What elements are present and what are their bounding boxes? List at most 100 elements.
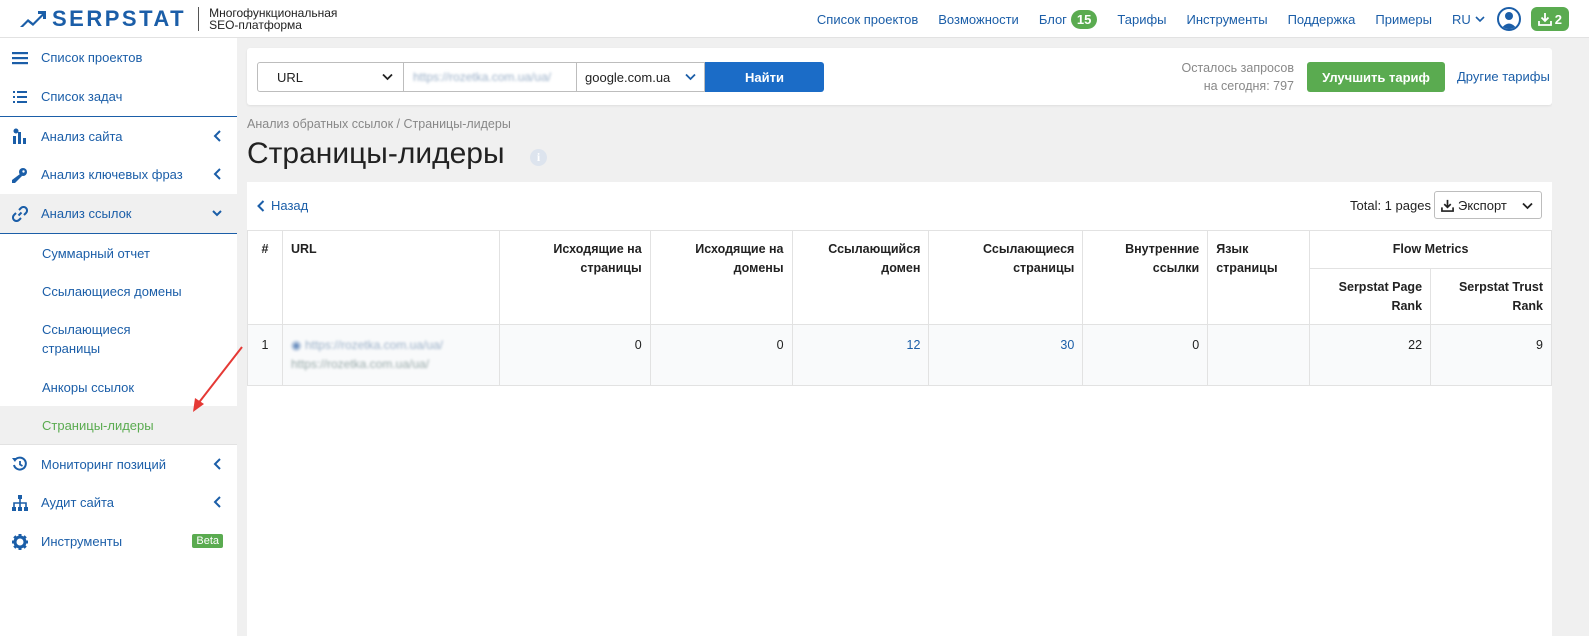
chevron-down-icon xyxy=(1475,16,1485,23)
col-header-trust-rank[interactable]: Serpstat Trust Rank xyxy=(1430,268,1552,325)
back-label: Назад xyxy=(271,198,309,213)
cell-page-rank: 22 xyxy=(1309,324,1432,386)
header-line1: Ссылающиеся xyxy=(983,242,1075,256)
col-header-ref-pages[interactable]: Ссылающиеся страницы xyxy=(928,230,1084,325)
header-line1: Язык xyxy=(1216,242,1249,256)
scrollbar[interactable] xyxy=(1552,38,1560,636)
nav-examples[interactable]: Примеры xyxy=(1375,12,1432,27)
total-pages: Total: 1 pages xyxy=(1350,198,1431,213)
task-list-icon xyxy=(11,88,29,106)
sidebar-item-tools[interactable]: Инструменты Beta xyxy=(0,522,237,561)
sidebar-item-keyword-analysis[interactable]: Анализ ключевых фраз xyxy=(0,155,237,194)
col-header-lang: Язык страницы xyxy=(1207,230,1311,325)
search-engine-select[interactable]: google.com.ua xyxy=(577,62,705,92)
cell-out-pages: 0 xyxy=(498,324,651,386)
col-header-internal[interactable]: Внутренние ссылки xyxy=(1082,230,1209,325)
row-url-link[interactable]: https://rozetka.com.ua/ua/ xyxy=(305,338,443,352)
nav-support[interactable]: Поддержка xyxy=(1288,12,1356,27)
nav-projects[interactable]: Список проектов xyxy=(817,12,918,27)
page-title: Страницы-лидеры xyxy=(247,137,505,170)
sidebar-label: Анализ ссылок xyxy=(41,206,132,221)
chevron-left-icon xyxy=(213,496,221,508)
sidebar-item-link-analysis[interactable]: Анализ ссылок xyxy=(0,194,237,233)
chevron-left-icon xyxy=(213,458,221,470)
sidebar-label: Список задач xyxy=(41,89,123,104)
language-label: RU xyxy=(1451,11,1471,27)
col-header-out-pages[interactable]: Исходящие на страницы xyxy=(498,230,651,325)
downloads-count: 2 xyxy=(1554,11,1562,27)
header-line2: страницы xyxy=(580,261,642,275)
sidebar-label: Анализ сайта xyxy=(41,128,123,144)
sidebar-item-rank-tracking[interactable]: Мониторинг позиций xyxy=(0,444,237,483)
header-line1: Serpstat Page xyxy=(1338,280,1423,294)
search-type-select[interactable]: URL xyxy=(257,62,404,92)
nav-tools[interactable]: Инструменты xyxy=(1187,12,1268,27)
other-plans-link[interactable]: Другие тарифы xyxy=(1457,69,1550,84)
beta-badge: Beta xyxy=(192,534,223,548)
export-dropdown[interactable]: Экспорт xyxy=(1434,191,1542,219)
header-line2: ссылки xyxy=(1152,261,1200,275)
language-selector[interactable]: RU xyxy=(1452,12,1485,27)
cell-url: ◉ https://rozetka.com.ua/ua/ https://roz… xyxy=(281,324,500,386)
sub-label-line1: Ссылающиеся xyxy=(42,322,131,337)
sitemap-icon xyxy=(11,494,29,512)
row-url-sub: https://rozetka.com.ua/ua/ xyxy=(290,357,430,371)
search-engine-value: google.com.ua xyxy=(585,69,671,85)
search-card: URL https://rozetka.com.ua/ua/ google.co… xyxy=(247,48,1552,105)
sidebar-item-site-audit[interactable]: Аудит сайта xyxy=(0,483,237,522)
header-line2: страницы xyxy=(1216,261,1278,275)
header-line1: Исходящие на xyxy=(553,242,642,256)
logo-icon xyxy=(20,10,46,27)
download-icon xyxy=(1441,199,1454,212)
cell-ref-pages: 30 xyxy=(928,324,1084,386)
nav-pricing[interactable]: Тарифы xyxy=(1117,12,1166,27)
tagline-line1: Многофункциональная xyxy=(209,5,338,20)
cell-ref-domain: 12 xyxy=(791,324,930,386)
sidebar-item-projects[interactable]: Список проектов xyxy=(0,38,237,77)
annotation-arrow xyxy=(193,346,243,412)
header-line1: Внутренние xyxy=(1125,242,1200,256)
nav-features[interactable]: Возможности xyxy=(938,12,1019,27)
cell-trust-rank: 9 xyxy=(1430,324,1552,386)
ref-pages-link[interactable]: 30 xyxy=(1060,338,1074,352)
results-panel: Назад Total: 1 pages Экспорт # URL Исход… xyxy=(247,182,1552,636)
nav-blog[interactable]: Блог 15 xyxy=(1039,9,1098,29)
col-header-out-domains[interactable]: Исходящие на домены xyxy=(649,230,793,325)
sidebar-sub-ref-domains[interactable]: Ссылающиеся домены xyxy=(0,272,237,310)
serpstat-logo[interactable]: SERPSTAT Многофункциональная SEO-платфор… xyxy=(20,0,337,38)
quota-line2: на сегодня: 797 xyxy=(1203,79,1294,93)
sidebar-label: Инструменты xyxy=(41,534,123,549)
downloads-button[interactable]: 2 xyxy=(1530,7,1569,31)
domain-input[interactable]: https://rozetka.com.ua/ua/ xyxy=(403,62,577,92)
header-line1: Ссылающийся xyxy=(828,242,921,256)
user-avatar-icon[interactable] xyxy=(1496,7,1521,31)
header-line2: домен xyxy=(881,261,921,275)
sidebar-sub-summary[interactable]: Суммарный отчет xyxy=(0,234,237,272)
favicon-icon: ◉ xyxy=(290,338,302,352)
upgrade-plan-button[interactable]: Улучшить тариф xyxy=(1307,62,1445,92)
col-header-flow-metrics: Flow Metrics xyxy=(1309,230,1552,269)
info-icon[interactable]: i xyxy=(530,149,547,166)
blog-count-badge: 15 xyxy=(1070,9,1098,29)
chevron-down-icon xyxy=(685,73,696,81)
sidebar-label: Список проектов xyxy=(41,50,143,65)
col-header-ref-domain[interactable]: Ссылающийся домен xyxy=(791,230,930,325)
key-icon xyxy=(11,166,29,184)
back-link[interactable]: Назад xyxy=(257,198,308,213)
cell-lang xyxy=(1207,324,1311,386)
top-nav: Список проектов Возможности Блог 15 Тариф… xyxy=(817,0,1589,38)
sub-label-line2: страницы xyxy=(42,341,101,356)
header-line2: страницы xyxy=(1013,261,1075,275)
find-button[interactable]: Найти xyxy=(705,62,824,92)
chevron-left-icon xyxy=(213,168,221,180)
sidebar-item-site-analysis[interactable]: Анализ сайта xyxy=(0,116,237,155)
cell-num: 1 xyxy=(247,324,283,386)
chevron-down-icon xyxy=(1522,202,1533,210)
domain-input-value: https://rozetka.com.ua/ua/ xyxy=(413,70,552,84)
menu-icon xyxy=(11,49,29,67)
export-label: Экспорт xyxy=(1458,197,1507,213)
ref-domain-link[interactable]: 12 xyxy=(907,338,921,352)
col-header-page-rank[interactable]: Serpstat Page Rank xyxy=(1309,268,1432,325)
sidebar-item-tasks[interactable]: Список задач xyxy=(0,77,237,116)
sidebar-label: Мониторинг позиций xyxy=(41,456,167,472)
